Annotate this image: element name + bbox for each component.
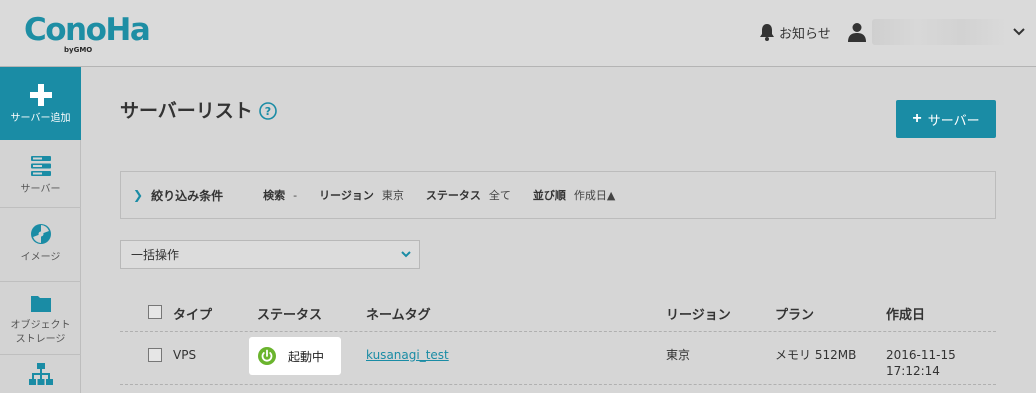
col-region: リージョン bbox=[666, 308, 731, 323]
page-title: サーバーリスト bbox=[120, 100, 253, 122]
filter-status-value: 全て bbox=[488, 189, 511, 202]
row-checkbox[interactable] bbox=[148, 348, 162, 362]
disc-icon bbox=[30, 224, 51, 244]
bulk-action-value: 一括操作 bbox=[131, 248, 180, 262]
row-type: VPS bbox=[173, 348, 197, 362]
select-all-checkbox[interactable] bbox=[148, 305, 162, 319]
folder-icon bbox=[30, 296, 51, 312]
notice-label: お知らせ bbox=[779, 26, 831, 42]
filter-region-value: 東京 bbox=[381, 189, 404, 202]
filter-search-key: 検索 bbox=[263, 189, 286, 202]
add-server-button-label: サーバー bbox=[927, 112, 980, 128]
table-header: タイプ ステータス ネームタグ リージョン プラン 作成日 bbox=[120, 296, 996, 332]
sidebar-item-label: サーバー追加 bbox=[10, 113, 71, 124]
row-created-time: 17:12:14 bbox=[886, 364, 940, 378]
row-region: 東京 bbox=[666, 348, 691, 362]
status-text: 起動中 bbox=[288, 349, 325, 364]
user-menu[interactable] bbox=[848, 19, 1025, 45]
top-header: ConoHa byGMO お知らせ bbox=[0, 0, 1036, 67]
filter-bar[interactable]: ❯ 絞り込み条件 検索 - リージョン 東京 ステータス 全て 並び順 作成日▲ bbox=[120, 171, 996, 219]
sidebar-item-label-line2: ストレージ bbox=[15, 334, 66, 345]
filter-region-key: リージョン bbox=[319, 189, 374, 202]
filter-sort-value: 作成日▲ bbox=[573, 189, 616, 202]
logo-wordmark: ConoHa bbox=[24, 12, 151, 48]
bell-icon bbox=[760, 24, 774, 41]
chevron-down-icon bbox=[1013, 28, 1025, 36]
plus-icon: + bbox=[912, 110, 922, 127]
bulk-action-select[interactable]: 一括操作 bbox=[120, 240, 420, 269]
sidebar-item-image[interactable]: イメージ bbox=[0, 208, 81, 282]
server-name-link[interactable]: kusanagi_test bbox=[366, 347, 449, 363]
user-icon bbox=[848, 23, 866, 42]
server-icon bbox=[30, 156, 51, 176]
sidebar-item-network[interactable] bbox=[0, 355, 81, 393]
network-icon bbox=[28, 363, 53, 385]
sidebar-item-server[interactable]: サーバー bbox=[0, 140, 81, 208]
chevron-down-icon bbox=[401, 251, 411, 258]
user-name-redacted bbox=[872, 19, 1007, 45]
col-status: ステータス bbox=[257, 308, 323, 323]
col-type: タイプ bbox=[173, 308, 213, 323]
row-created-date: 2016-11-15 bbox=[886, 348, 956, 362]
table-row[interactable]: VPS 起動中 kusanagi_test 東京 メモリ 512MB 2016-… bbox=[120, 333, 996, 385]
sidebar-item-label: イメージ bbox=[20, 252, 61, 263]
filter-search-value: - bbox=[293, 188, 298, 202]
status-badge: 起動中 bbox=[249, 337, 341, 375]
help-icon[interactable]: ? bbox=[259, 102, 277, 120]
col-plan: プラン bbox=[775, 308, 815, 323]
logo-byline: byGMO bbox=[64, 46, 93, 54]
filter-title: 絞り込み条件 bbox=[151, 188, 224, 203]
filter-sort-key: 並び順 bbox=[532, 189, 566, 202]
chevron-right-icon: ❯ bbox=[133, 188, 144, 202]
svg-text:?: ? bbox=[265, 105, 271, 118]
sidebar: サーバー追加 サーバー イメージ オブジェクト ストレージ bbox=[0, 67, 81, 393]
filter-status-key: ステータス bbox=[425, 189, 481, 202]
col-name-tag: ネームタグ bbox=[366, 308, 431, 323]
sidebar-item-label: サーバー bbox=[20, 184, 61, 195]
col-created: 作成日 bbox=[886, 308, 926, 323]
add-server-button[interactable]: + サーバー bbox=[896, 100, 996, 138]
plus-icon bbox=[29, 84, 52, 106]
sidebar-item-label-line1: オブジェクト bbox=[10, 320, 71, 331]
row-plan: メモリ 512MB bbox=[775, 348, 857, 362]
sidebar-item-object-storage[interactable]: オブジェクト ストレージ bbox=[0, 282, 81, 355]
conoha-logo[interactable]: ConoHa byGMO bbox=[24, 10, 151, 58]
sidebar-item-add-server[interactable]: サーバー追加 bbox=[0, 67, 81, 140]
power-icon bbox=[258, 347, 276, 365]
notice-link[interactable]: お知らせ bbox=[759, 21, 831, 43]
